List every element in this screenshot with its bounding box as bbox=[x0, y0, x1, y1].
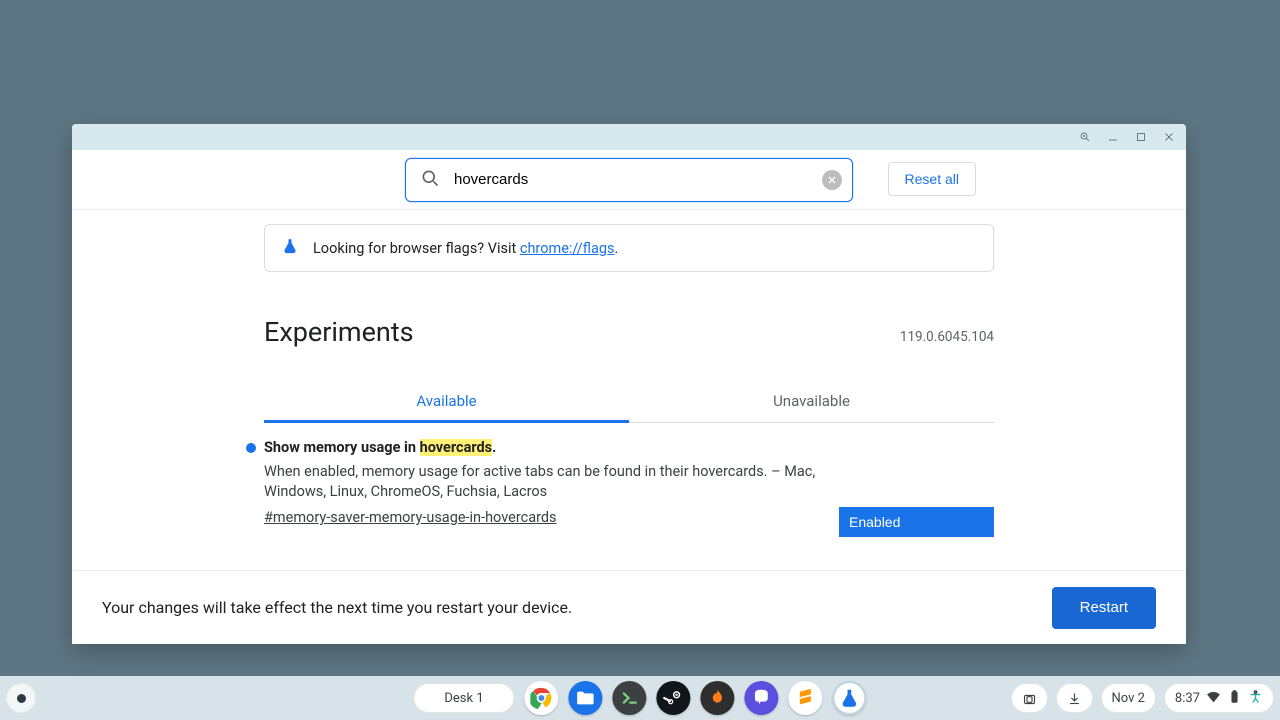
search-box bbox=[405, 158, 853, 202]
restart-button[interactable]: Restart bbox=[1052, 587, 1156, 629]
titlebar bbox=[72, 124, 1186, 150]
zoom-icon[interactable] bbox=[1078, 130, 1092, 144]
tab-available[interactable]: Available bbox=[264, 380, 629, 422]
flag-row: Show memory usage in hovercards. When en… bbox=[250, 423, 994, 530]
info-banner: Looking for browser flags? Visit chrome:… bbox=[264, 224, 994, 272]
tabs: Available Unavailable bbox=[264, 380, 994, 423]
desk-button[interactable]: Desk 1 bbox=[413, 683, 514, 713]
downloads-button[interactable] bbox=[1056, 683, 1093, 713]
flag-anchor-link[interactable]: #memory-saver-memory-usage-in-hovercards bbox=[264, 509, 557, 526]
status-area: Nov 2 8:37 bbox=[1011, 683, 1275, 713]
chrome-flags-app-icon[interactable] bbox=[833, 681, 867, 715]
date-button[interactable]: Nov 2 bbox=[1101, 683, 1156, 713]
minimize-icon[interactable] bbox=[1106, 130, 1120, 144]
info-text: Looking for browser flags? Visit chrome:… bbox=[313, 240, 618, 257]
shelf: Desk 1 Nov 2 bbox=[0, 676, 1280, 720]
flag-title: Show memory usage in hovercards. bbox=[264, 439, 824, 456]
search-highlight: hovercards bbox=[420, 439, 493, 456]
flask-icon bbox=[281, 237, 299, 259]
content: Reset all Looking for browser flags? Vis… bbox=[72, 150, 1186, 644]
search-icon bbox=[420, 168, 440, 192]
steam-app-icon[interactable] bbox=[657, 681, 691, 715]
mastodon-app-icon[interactable] bbox=[745, 681, 779, 715]
accessibility-icon bbox=[1248, 689, 1263, 708]
chrome-app-icon[interactable] bbox=[525, 681, 559, 715]
generic-app-icon[interactable] bbox=[701, 681, 735, 715]
flag-state-select[interactable]: Enabled bbox=[839, 507, 994, 537]
modified-dot-icon bbox=[246, 443, 256, 453]
page-title: Experiments bbox=[264, 316, 414, 348]
search-input[interactable] bbox=[452, 170, 810, 189]
clear-search-icon[interactable] bbox=[822, 170, 842, 190]
status-tray[interactable]: 8:37 bbox=[1164, 683, 1274, 713]
close-icon[interactable] bbox=[1162, 130, 1176, 144]
files-app-icon[interactable] bbox=[569, 681, 603, 715]
clock-text: 8:37 bbox=[1175, 691, 1200, 706]
terminal-app-icon[interactable] bbox=[613, 681, 647, 715]
shelf-center: Desk 1 bbox=[413, 681, 866, 715]
chrome-flags-link[interactable]: chrome://flags bbox=[520, 240, 615, 257]
version-text: 119.0.6045.104 bbox=[900, 329, 994, 345]
restart-footer: Your changes will take effect the next t… bbox=[72, 570, 1186, 644]
restart-message: Your changes will take effect the next t… bbox=[102, 598, 572, 617]
tote-button[interactable] bbox=[1011, 683, 1048, 713]
launcher-button[interactable] bbox=[6, 683, 36, 713]
battery-icon bbox=[1227, 689, 1242, 708]
search-row: Reset all bbox=[72, 150, 1186, 210]
flags-window: Reset all Looking for browser flags? Vis… bbox=[72, 124, 1186, 644]
wifi-icon bbox=[1206, 689, 1221, 708]
sublime-app-icon[interactable] bbox=[789, 681, 823, 715]
header-row: Experiments 119.0.6045.104 bbox=[264, 316, 994, 348]
scroll-area[interactable]: Looking for browser flags? Visit chrome:… bbox=[72, 210, 1186, 570]
flag-description: When enabled, memory usage for active ta… bbox=[264, 462, 824, 501]
tab-unavailable[interactable]: Unavailable bbox=[629, 380, 994, 422]
reset-all-button[interactable]: Reset all bbox=[888, 162, 976, 196]
maximize-icon[interactable] bbox=[1134, 130, 1148, 144]
